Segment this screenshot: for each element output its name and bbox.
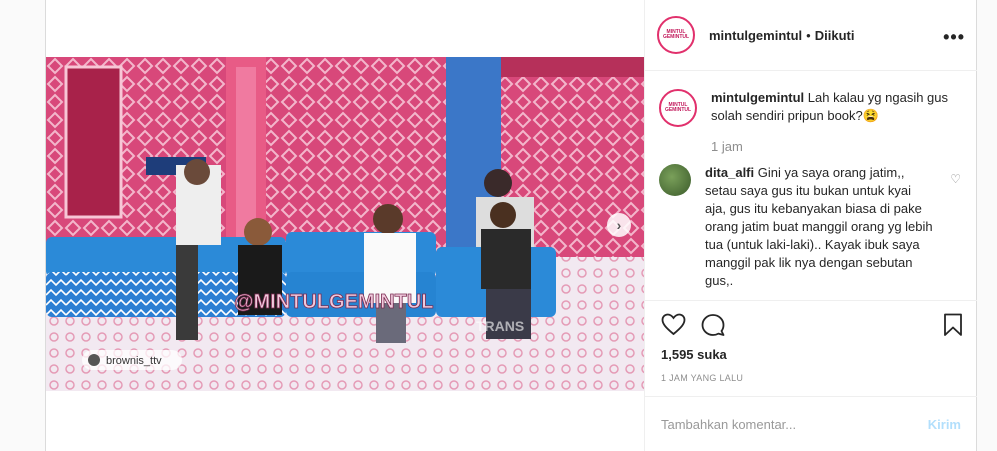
comment-username[interactable]: dita_alfi <box>705 165 754 180</box>
comment-body: dita_alfi Gini ya saya orang jatim,, set… <box>705 164 935 290</box>
caption-avatar[interactable]: MINTUL GEMINTUL <box>659 89 697 127</box>
caption-emoji: 😫 <box>862 108 879 123</box>
source-tag: brownis_ttv <box>106 355 162 367</box>
add-comment-bar: Tambahkan komentar... Kirim <box>645 396 977 451</box>
like-heart-icon[interactable] <box>661 313 686 336</box>
follow-status-button[interactable]: Diikuti <box>815 28 855 43</box>
comment-bubble-icon[interactable] <box>701 313 725 337</box>
caption: MINTUL GEMINTUL mintulgemintul Lah kalau… <box>659 89 961 127</box>
next-arrow-button[interactable]: › <box>607 213 631 237</box>
comment-input[interactable]: Tambahkan komentar... <box>661 417 928 432</box>
caption-time[interactable]: 1 jam <box>711 139 961 154</box>
watermark-text: @MINTULGEMINTUL <box>234 291 433 313</box>
post-header: MINTUL GEMINTUL mintulgemintul • Diikuti… <box>645 0 977 71</box>
caption-username[interactable]: mintulgemintul <box>711 90 804 105</box>
comment-item: dita_alfi Gini ya saya orang jatim,, set… <box>659 164 961 290</box>
send-comment-button[interactable]: Kirim <box>928 417 961 432</box>
post-time-ago[interactable]: 1 JAM YANG LALU <box>661 373 743 383</box>
post-side-panel: MINTUL GEMINTUL mintulgemintul • Diikuti… <box>644 0 977 451</box>
video-frame: @MINTULGEMINTUL TRANS brownis_ttv <box>46 57 644 391</box>
comments-list[interactable]: MINTUL GEMINTUL mintulgemintul Lah kalau… <box>645 71 977 299</box>
post-card: @MINTULGEMINTUL TRANS brownis_ttv › MINT… <box>45 0 977 451</box>
likes-count[interactable]: 1,595 suka <box>661 347 727 362</box>
header-separator: • <box>806 27 811 43</box>
author-avatar[interactable]: MINTUL GEMINTUL <box>657 16 695 54</box>
author-username[interactable]: mintulgemintul <box>709 28 802 43</box>
bookmark-icon[interactable] <box>943 313 963 337</box>
channel-logo-text: TRANS <box>476 318 524 334</box>
caption-body: mintulgemintul Lah kalau yg ngasih gus s… <box>711 89 961 127</box>
more-options-icon[interactable]: ••• <box>943 27 965 48</box>
post-video[interactable]: @MINTULGEMINTUL TRANS brownis_ttv › <box>46 57 644 391</box>
comment-text: Gini ya saya orang jatim,, setau saya gu… <box>705 165 933 288</box>
action-bar <box>645 300 977 341</box>
chevron-right-icon: › <box>616 217 622 233</box>
commenter-avatar[interactable] <box>659 164 691 196</box>
comment-like-heart-icon[interactable]: ♡ <box>950 170 961 188</box>
